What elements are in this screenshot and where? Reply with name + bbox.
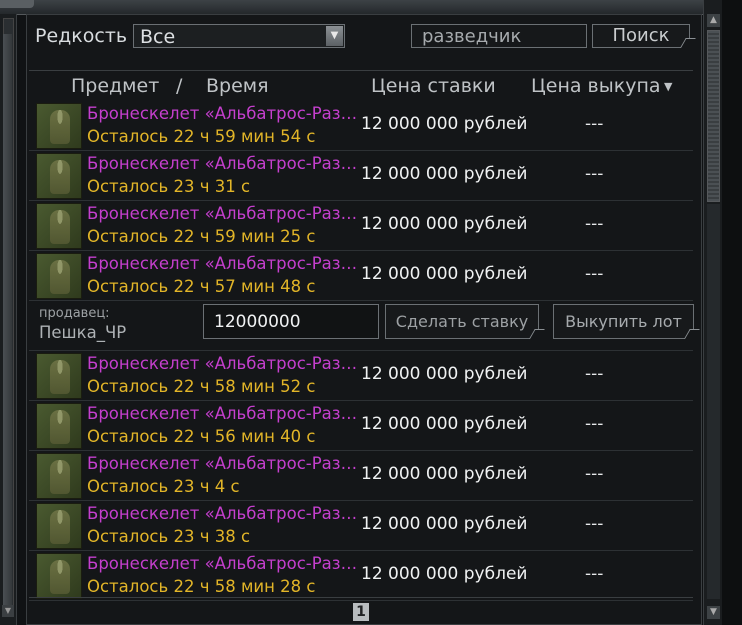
armor-exoskeleton-icon — [36, 203, 82, 249]
lot-item-name: Бронескелет «Альбатрос-Развед... — [87, 504, 363, 523]
lot-time-left: Осталось 23 ч 38 с — [87, 527, 251, 546]
lot-row[interactable]: Бронескелет «Альбатрос-Развед... Осталось… — [29, 551, 693, 601]
rarity-select-value: Все — [140, 26, 176, 48]
lot-bid-price: 12 000 000 рублей — [361, 514, 528, 534]
armor-exoskeleton-icon — [36, 353, 82, 399]
seller-label: продавец: — [39, 306, 110, 321]
armor-exoskeleton-icon — [36, 453, 82, 499]
window-top-strip — [0, 0, 742, 15]
lot-item-name: Бронескелет «Альбатрос-Развед... — [87, 554, 363, 573]
column-bid-header[interactable]: Цена ставки — [371, 75, 496, 97]
lot-time-left: Осталось 22 ч 58 мин 28 с — [87, 577, 316, 596]
lot-row[interactable]: Бронескелет «Альбатрос-Развед... Осталось… — [29, 151, 693, 201]
lot-item-name: Бронескелет «Альбатрос-Развед... — [87, 254, 363, 273]
left-scrollbar[interactable]: ▼ — [0, 14, 17, 625]
lot-time-left: Осталось 22 ч 59 мин 54 с — [87, 127, 316, 146]
lot-row[interactable]: Бронескелет «Альбатрос-Развед... Осталось… — [29, 351, 693, 401]
lot-bid-price: 12 000 000 рублей — [361, 364, 528, 384]
lot-row[interactable]: Бронескелет «Альбатрос-Развед... Осталось… — [29, 251, 693, 301]
rarity-label: Редкость — [35, 25, 128, 47]
lot-buyout-price: --- — [585, 164, 604, 184]
lot-item-name: Бронескелет «Альбатрос-Развед... — [87, 454, 363, 473]
lot-time-left: Осталось 22 ч 58 мин 52 с — [87, 377, 316, 396]
lot-item-name: Бронескелет «Альбатрос-Развед... — [87, 154, 363, 173]
column-separator: / — [176, 75, 183, 97]
lot-row[interactable]: Бронескелет «Альбатрос-Развед... Осталось… — [29, 451, 693, 501]
bid-amount-input[interactable] — [203, 304, 379, 339]
right-edge-panel — [722, 0, 742, 625]
footer-divider — [29, 597, 693, 598]
place-bid-button[interactable]: Сделать ставку — [385, 304, 539, 339]
header-divider — [29, 70, 693, 71]
lot-item-name: Бронескелет «Альбатрос-Развед... — [87, 204, 363, 223]
armor-exoskeleton-icon — [36, 103, 82, 149]
search-input[interactable] — [411, 24, 587, 48]
column-buyout-header[interactable]: Цена выкупа ▼ — [531, 75, 673, 97]
armor-exoskeleton-icon — [36, 253, 82, 299]
search-button[interactable]: Поиск — [592, 24, 690, 48]
buyout-lot-button[interactable]: Выкупить лот — [553, 304, 694, 339]
lot-item-name: Бронескелет «Альбатрос-Развед... — [87, 354, 363, 373]
lot-buyout-price: --- — [585, 564, 604, 584]
scroll-down-arrow-icon[interactable]: ▼ — [707, 606, 720, 619]
lot-bid-price: 12 000 000 рублей — [361, 114, 528, 134]
column-buyout-label: Цена выкупа — [531, 75, 661, 97]
lot-time-left: Осталось 22 ч 59 мин 25 с — [87, 227, 316, 246]
left-scroll-down-arrow-icon[interactable]: ▼ — [2, 605, 14, 617]
lot-bid-price: 12 000 000 рублей — [361, 214, 528, 234]
lot-bid-price: 12 000 000 рублей — [361, 414, 528, 434]
sort-down-icon: ▼ — [660, 80, 673, 93]
lot-list: Бронескелет «Альбатрос-Развед... Осталось… — [29, 101, 694, 601]
lot-item-name: Бронескелет «Альбатрос-Развед... — [87, 404, 363, 423]
right-scrollbar[interactable]: ▲ ▼ — [703, 0, 724, 625]
column-item-header[interactable]: Предмет — [71, 75, 159, 97]
lot-item-name: Бронескелет «Альбатрос-Развед... — [87, 104, 363, 123]
seller-name: Пешка_ЧР — [39, 323, 127, 342]
lot-time-left: Осталось 22 ч 57 мин 48 с — [87, 277, 316, 296]
lot-row[interactable]: Бронескелет «Альбатрос-Развед... Осталось… — [29, 501, 693, 551]
left-scroll-thumb[interactable] — [3, 34, 12, 614]
dropdown-arrow-icon[interactable]: ▼ — [326, 26, 343, 46]
lot-buyout-price: --- — [585, 464, 604, 484]
lot-time-left: Осталось 23 ч 4 с — [87, 477, 240, 496]
lot-group-before: Бронескелет «Альбатрос-Развед... Осталось… — [29, 101, 693, 301]
window-tab — [0, 0, 34, 8]
armor-exoskeleton-icon — [36, 553, 82, 599]
lot-bid-price: 12 000 000 рублей — [361, 564, 528, 584]
column-time-header[interactable]: Время — [206, 75, 269, 97]
lot-buyout-price: --- — [585, 114, 604, 134]
page-number-button[interactable]: 1 — [353, 603, 369, 621]
lot-buyout-price: --- — [585, 514, 604, 534]
lot-buyout-price: --- — [585, 414, 604, 434]
lot-bid-price: 12 000 000 рублей — [361, 264, 528, 284]
armor-exoskeleton-icon — [36, 403, 82, 449]
armor-exoskeleton-icon — [36, 153, 82, 199]
rarity-select[interactable]: Все ▼ — [133, 24, 345, 48]
lot-buyout-price: --- — [585, 364, 604, 384]
lot-buyout-price: --- — [585, 214, 604, 234]
lot-row[interactable]: Бронескелет «Альбатрос-Развед... Осталось… — [29, 401, 693, 451]
lot-buyout-price: --- — [585, 264, 604, 284]
selected-lot-actions: продавец: Пешка_ЧР Сделать ставку Выкупи… — [29, 301, 694, 351]
right-scroll-track[interactable] — [707, 204, 720, 599]
lot-group-after: Бронескелет «Альбатрос-Развед... Осталось… — [29, 351, 693, 601]
lot-time-left: Осталось 23 ч 31 с — [87, 177, 251, 196]
lot-bid-price: 12 000 000 рублей — [361, 164, 528, 184]
lot-row[interactable]: Бронескелет «Альбатрос-Развед... Осталось… — [29, 101, 693, 151]
scroll-up-arrow-icon[interactable]: ▲ — [707, 14, 720, 27]
armor-exoskeleton-icon — [36, 503, 82, 549]
lot-time-left: Осталось 22 ч 56 мин 40 с — [87, 427, 316, 446]
right-scroll-thumb[interactable] — [707, 30, 720, 202]
lot-bid-price: 12 000 000 рублей — [361, 464, 528, 484]
lot-row[interactable]: Бронескелет «Альбатрос-Развед... Осталось… — [29, 201, 693, 251]
